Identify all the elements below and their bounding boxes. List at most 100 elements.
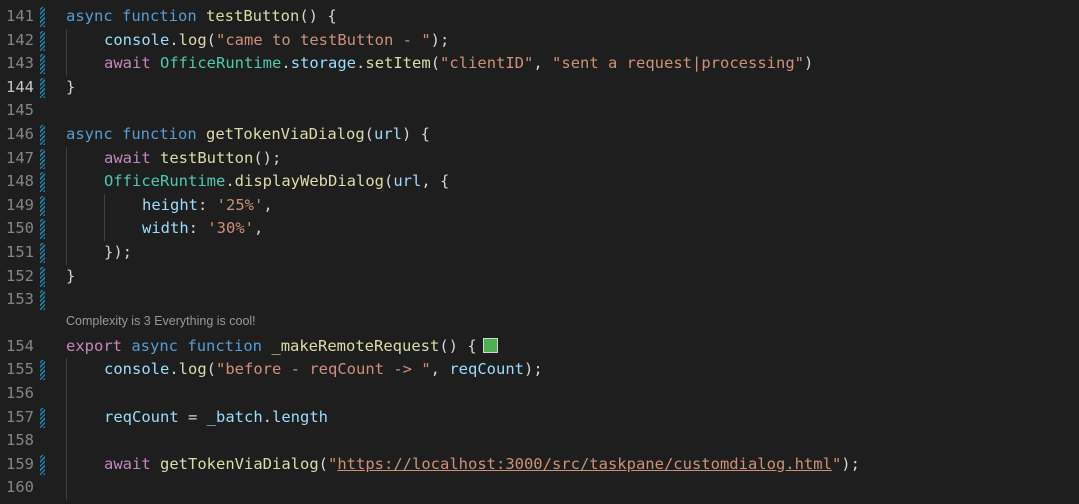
code-token: reqCount — [104, 407, 179, 426]
code-token: await — [104, 454, 151, 473]
code-line[interactable]: 143 await OfficeRuntime.storage.setItem("… — [0, 52, 1079, 76]
code-token: '30%' — [207, 219, 255, 238]
code-line[interactable]: 147 await testButton(); — [0, 146, 1079, 171]
git-modified-gutter-marker[interactable] — [40, 125, 45, 145]
url-link[interactable]: https://localhost:3000/src/taskpane/cust… — [337, 455, 832, 473]
code-token: "before - reqCount -> " — [216, 360, 431, 379]
line-number: 147 — [6, 148, 34, 167]
code-token: : — [198, 195, 217, 214]
indent-guide — [66, 429, 67, 453]
line-number: 145 — [6, 101, 34, 120]
code-line[interactable]: 156 — [0, 382, 1079, 406]
code-token: url — [374, 125, 402, 143]
indent-guide — [66, 476, 67, 500]
code-text: async function getTokenViaDialog(url) { — [66, 123, 430, 147]
code-token: (); — [253, 148, 282, 167]
git-modified-gutter-marker[interactable] — [40, 454, 45, 475]
git-modified-gutter-marker[interactable] — [40, 243, 45, 263]
git-modified-gutter-marker[interactable] — [40, 77, 45, 98]
line-number: 144 — [6, 77, 34, 96]
code-token: '25%' — [216, 195, 264, 214]
code-token: . — [169, 30, 179, 49]
code-token: async — [66, 7, 113, 25]
code-token: length — [272, 407, 328, 426]
code-line[interactable]: 154 export async function _makeRemoteRequ… — [0, 335, 1079, 359]
code-token: ( — [318, 454, 328, 473]
color-swatch-icon[interactable] — [482, 337, 498, 353]
code-token: _makeRemoteRequest — [271, 336, 440, 355]
code-line[interactable]: 141 async function testButton() { — [0, 5, 1079, 29]
git-modified-gutter-marker[interactable] — [40, 172, 45, 193]
code-line[interactable]: 150 width: '30%', — [0, 217, 1079, 241]
code-line[interactable]: 145 — [0, 99, 1079, 123]
code-line[interactable]: 144} — [0, 76, 1079, 100]
git-modified-gutter-marker[interactable] — [40, 54, 45, 75]
code-token: . — [169, 360, 179, 379]
indent-guide — [66, 241, 67, 265]
code-token: } — [66, 77, 76, 96]
line-number: 141 — [6, 7, 34, 25]
code-token: _batch — [206, 407, 263, 426]
code-text: height: '25%', — [142, 194, 273, 218]
git-modified-gutter-marker[interactable] — [40, 290, 45, 311]
code-token: OfficeRuntime — [160, 54, 282, 73]
code-token: . — [356, 54, 366, 73]
git-modified-gutter-marker[interactable] — [40, 407, 45, 428]
git-modified-gutter-marker[interactable] — [40, 30, 45, 51]
code-token: , { — [421, 172, 450, 191]
code-editor[interactable]: 141 async function testButton() {142 conso… — [0, 0, 1079, 504]
code-text: console.log("before - reqCount -> ", req… — [104, 358, 543, 382]
git-modified-gutter-marker[interactable] — [40, 219, 45, 240]
code-line[interactable]: 153 — [0, 288, 1079, 312]
code-text: await OfficeRuntime.storage.setItem("cli… — [104, 52, 813, 76]
code-token: ); — [523, 360, 543, 379]
code-token: console — [104, 30, 170, 49]
line-number: 160 — [6, 478, 34, 497]
code-line[interactable]: 151}); — [0, 241, 1079, 265]
code-token: OfficeRuntime — [104, 172, 226, 191]
code-lens-complexity[interactable]: Complexity is 3 Everything is cool! — [66, 314, 256, 328]
code-token: " — [328, 454, 338, 473]
line-number: 152 — [6, 266, 34, 285]
code-token: reqCount — [449, 360, 524, 379]
git-modified-gutter-marker[interactable] — [40, 360, 45, 381]
indent-guide — [66, 217, 67, 241]
code-line[interactable]: 142 console.log("came to testButton - "); — [0, 28, 1079, 53]
code-text: console.log("came to testButton - "); — [104, 29, 449, 53]
line-number: 151 — [6, 243, 34, 261]
code-token: "sent a request|processing" — [552, 54, 804, 73]
code-token: displayWebDialog — [234, 172, 384, 191]
code-line[interactable]: 158 — [0, 429, 1079, 453]
code-line[interactable]: 159 await getTokenViaDialog("https://loca… — [0, 452, 1079, 477]
line-number: 154 — [6, 336, 34, 355]
git-modified-gutter-marker[interactable] — [40, 148, 45, 169]
code-token: await — [104, 148, 151, 167]
git-modified-gutter-marker[interactable] — [40, 266, 45, 287]
code-token: export — [66, 336, 122, 355]
code-text: width: '30%', — [142, 217, 263, 241]
code-line[interactable]: 148 OfficeRuntime.displayWebDialog(url, { — [0, 170, 1079, 194]
git-modified-gutter-marker[interactable] — [40, 7, 45, 27]
code-line[interactable]: 155 console.log("before - reqCount -> ", … — [0, 358, 1079, 382]
code-token: getTokenViaDialog — [206, 125, 365, 143]
code-token: ( — [430, 54, 441, 73]
code-token: , — [254, 219, 264, 238]
code-token: url — [393, 172, 422, 191]
code-line[interactable]: 146 async function getTokenViaDialog(url)… — [0, 123, 1079, 147]
code-line[interactable]: 149 height: '25%', — [0, 193, 1079, 218]
line-number: 156 — [6, 384, 34, 402]
git-modified-gutter-marker[interactable] — [40, 195, 45, 216]
code-token: . — [281, 54, 291, 73]
code-line[interactable]: 160 — [0, 476, 1079, 500]
code-token: await — [104, 54, 151, 73]
code-line[interactable]: 152} — [0, 265, 1079, 289]
code-token: " — [831, 454, 842, 473]
code-line[interactable]: 157 reqCount = _batch.length — [0, 405, 1079, 430]
indent-guide — [66, 52, 67, 76]
line-number: 142 — [6, 30, 34, 49]
code-token: async — [66, 125, 113, 143]
line-number: 158 — [6, 431, 34, 450]
